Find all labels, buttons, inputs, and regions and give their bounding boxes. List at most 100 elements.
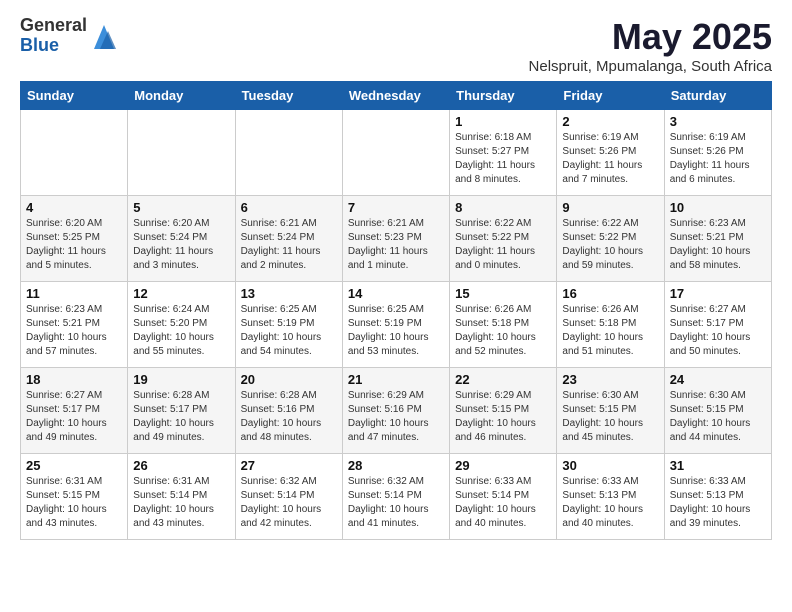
weekday-header-wednesday: Wednesday [342,82,449,110]
calendar-cell: 23 Sunrise: 6:30 AM Sunset: 5:15 PM Dayli… [557,368,664,454]
logo-general-text: General [20,16,87,36]
day-info: Sunrise: 6:19 AM Sunset: 5:26 PM Dayligh… [562,131,658,187]
day-info: Sunrise: 6:30 AM Sunset: 5:15 PM Dayligh… [670,389,766,445]
calendar-cell: 13Sunrise: 6:25 AM Sunset: 5:19 PM Dayli… [235,282,342,368]
day-number: 20 [241,372,337,387]
calendar-cell: 3Sunrise: 6:19 AM Sunset: 5:26 PM Daylig… [664,110,771,196]
day-info: Sunrise: 6:20 AM Sunset: 5:24 PM Dayligh… [133,217,229,273]
day-number: 11 [26,286,122,301]
day-number: 10 [670,200,766,215]
calendar-cell: 1 Sunrise: 6:18 AM Sunset: 5:27 PM Daylig… [450,110,557,196]
calendar-cell: 28 Sunrise: 6:32 AM Sunset: 5:14 PM Dayli… [342,454,449,540]
day-number: 17 [670,286,766,301]
day-number: 22 [455,372,551,387]
day-info: Sunrise: 6:20 AM Sunset: 5:25 PM Dayligh… [26,217,122,273]
calendar-cell [342,110,449,196]
day-number: 18 [26,372,122,387]
calendar-cell: 7Sunrise: 6:21 AM Sunset: 5:23 PM Daylig… [342,196,449,282]
day-info: Sunrise: 6:21 AM Sunset: 5:23 PM Dayligh… [348,217,444,273]
day-number: 6 [241,200,337,215]
day-number: 26 [133,458,229,473]
calendar-cell: 9 Sunrise: 6:22 AM Sunset: 5:22 PM Daylig… [557,196,664,282]
month-title: May 2025 [529,16,772,58]
title-block: May 2025 Nelspruit, Mpumalanga, South Af… [529,16,772,75]
day-info: Sunrise: 6:24 AM Sunset: 5:20 PM Dayligh… [133,303,229,359]
day-number: 1 [455,114,551,129]
logo-icon [90,21,118,53]
day-number: 31 [670,458,766,473]
weekday-header-sunday: Sunday [21,82,128,110]
calendar-cell: 16Sunrise: 6:26 AM Sunset: 5:18 PM Dayli… [557,282,664,368]
calendar-table: SundayMondayTuesdayWednesdayThursdayFrid… [20,81,772,540]
calendar-cell: 4 Sunrise: 6:20 AM Sunset: 5:25 PM Daylig… [21,196,128,282]
calendar-cell: 19 Sunrise: 6:28 AM Sunset: 5:17 PM Dayli… [128,368,235,454]
day-info: Sunrise: 6:25 AM Sunset: 5:19 PM Dayligh… [348,303,444,359]
day-info: Sunrise: 6:29 AM Sunset: 5:15 PM Dayligh… [455,389,551,445]
day-info: Sunrise: 6:22 AM Sunset: 5:22 PM Dayligh… [562,217,658,273]
day-info: Sunrise: 6:18 AM Sunset: 5:27 PM Dayligh… [455,131,551,187]
day-info: Sunrise: 6:26 AM Sunset: 5:18 PM Dayligh… [455,303,551,359]
calendar-cell [128,110,235,196]
day-number: 2 [562,114,658,129]
day-info: Sunrise: 6:23 AM Sunset: 5:21 PM Dayligh… [26,303,122,359]
day-info: Sunrise: 6:27 AM Sunset: 5:17 PM Dayligh… [670,303,766,359]
day-number: 29 [455,458,551,473]
calendar-cell: 27 Sunrise: 6:32 AM Sunset: 5:14 PM Dayli… [235,454,342,540]
day-info: Sunrise: 6:32 AM Sunset: 5:14 PM Dayligh… [241,475,337,531]
day-info: Sunrise: 6:33 AM Sunset: 5:14 PM Dayligh… [455,475,551,531]
day-number: 27 [241,458,337,473]
day-number: 5 [133,200,229,215]
day-number: 28 [348,458,444,473]
calendar-cell: 30 Sunrise: 6:33 AM Sunset: 5:13 PM Dayli… [557,454,664,540]
day-number: 19 [133,372,229,387]
day-number: 15 [455,286,551,301]
day-number: 4 [26,200,122,215]
day-number: 12 [133,286,229,301]
day-info: Sunrise: 6:33 AM Sunset: 5:13 PM Dayligh… [670,475,766,531]
logo: General Blue [20,16,118,56]
day-number: 9 [562,200,658,215]
day-info: Sunrise: 6:27 AM Sunset: 5:17 PM Dayligh… [26,389,122,445]
day-number: 8 [455,200,551,215]
day-info: Sunrise: 6:29 AM Sunset: 5:16 PM Dayligh… [348,389,444,445]
day-info: Sunrise: 6:21 AM Sunset: 5:24 PM Dayligh… [241,217,337,273]
calendar-cell: 18 Sunrise: 6:27 AM Sunset: 5:17 PM Dayli… [21,368,128,454]
calendar-cell: 12 Sunrise: 6:24 AM Sunset: 5:20 PM Dayli… [128,282,235,368]
calendar-cell: 31 Sunrise: 6:33 AM Sunset: 5:13 PM Dayli… [664,454,771,540]
day-info: Sunrise: 6:32 AM Sunset: 5:14 PM Dayligh… [348,475,444,531]
day-info: Sunrise: 6:30 AM Sunset: 5:15 PM Dayligh… [562,389,658,445]
calendar-cell: 15 Sunrise: 6:26 AM Sunset: 5:18 PM Dayli… [450,282,557,368]
day-info: Sunrise: 6:31 AM Sunset: 5:14 PM Dayligh… [133,475,229,531]
calendar-cell: 21 Sunrise: 6:29 AM Sunset: 5:16 PM Dayli… [342,368,449,454]
calendar-cell: 2 Sunrise: 6:19 AM Sunset: 5:26 PM Daylig… [557,110,664,196]
weekday-header-thursday: Thursday [450,82,557,110]
calendar-cell: 6 Sunrise: 6:21 AM Sunset: 5:24 PM Daylig… [235,196,342,282]
calendar-cell: 24Sunrise: 6:30 AM Sunset: 5:15 PM Dayli… [664,368,771,454]
weekday-header-friday: Friday [557,82,664,110]
calendar-cell [235,110,342,196]
calendar-cell: 22 Sunrise: 6:29 AM Sunset: 5:15 PM Dayli… [450,368,557,454]
day-info: Sunrise: 6:26 AM Sunset: 5:18 PM Dayligh… [562,303,658,359]
calendar-cell: 11 Sunrise: 6:23 AM Sunset: 5:21 PM Dayli… [21,282,128,368]
location-subtitle: Nelspruit, Mpumalanga, South Africa [529,58,772,75]
day-info: Sunrise: 6:23 AM Sunset: 5:21 PM Dayligh… [670,217,766,273]
day-info: Sunrise: 6:33 AM Sunset: 5:13 PM Dayligh… [562,475,658,531]
calendar-cell: 10 Sunrise: 6:23 AM Sunset: 5:21 PM Dayli… [664,196,771,282]
day-info: Sunrise: 6:28 AM Sunset: 5:17 PM Dayligh… [133,389,229,445]
day-number: 23 [562,372,658,387]
calendar-cell: 14 Sunrise: 6:25 AM Sunset: 5:19 PM Dayli… [342,282,449,368]
calendar-cell: 25Sunrise: 6:31 AM Sunset: 5:15 PM Dayli… [21,454,128,540]
day-number: 30 [562,458,658,473]
day-number: 21 [348,372,444,387]
day-info: Sunrise: 6:28 AM Sunset: 5:16 PM Dayligh… [241,389,337,445]
day-number: 3 [670,114,766,129]
calendar-cell: 17 Sunrise: 6:27 AM Sunset: 5:17 PM Dayli… [664,282,771,368]
calendar-cell [21,110,128,196]
day-info: Sunrise: 6:25 AM Sunset: 5:19 PM Dayligh… [241,303,337,359]
calendar-cell: 5 Sunrise: 6:20 AM Sunset: 5:24 PM Daylig… [128,196,235,282]
weekday-header-saturday: Saturday [664,82,771,110]
calendar-cell: 29 Sunrise: 6:33 AM Sunset: 5:14 PM Dayli… [450,454,557,540]
weekday-header-tuesday: Tuesday [235,82,342,110]
day-number: 14 [348,286,444,301]
day-number: 25 [26,458,122,473]
